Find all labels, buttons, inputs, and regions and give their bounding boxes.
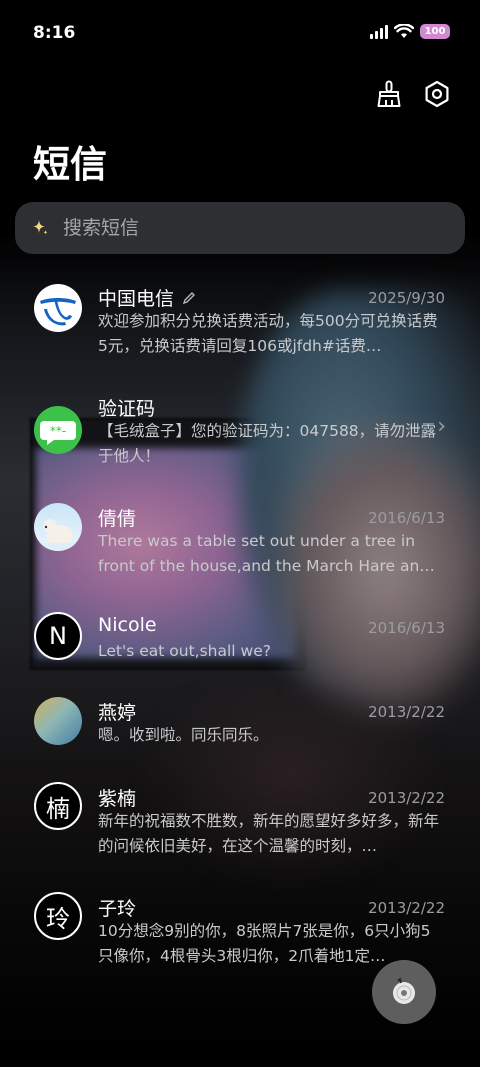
- pencil-icon: [182, 292, 196, 305]
- conversation-date: 2016/6/13: [368, 509, 445, 527]
- status-time: 8:16: [33, 23, 76, 43]
- conversation-preview: There was a table set out under a tree i…: [98, 532, 435, 575]
- china-telecom-logo: [34, 284, 82, 332]
- music-button[interactable]: [372, 960, 436, 1024]
- avatar: 楠: [34, 782, 82, 830]
- conversation-name: 中国电信: [98, 284, 196, 311]
- conversation-date: 2016/6/13: [368, 619, 445, 637]
- signal-icon: [370, 24, 388, 39]
- search-bar[interactable]: [15, 202, 465, 254]
- conversation-date: 2013/2/22: [368, 789, 445, 807]
- top-actions: [374, 78, 452, 110]
- conversation-name: 验证码: [98, 398, 156, 420]
- conversation-item[interactable]: **- 验证码 › 【毛绒盒子】您的验证码为：047588，请勿泄露于他人！: [0, 392, 480, 492]
- status-icons: 100: [370, 24, 450, 39]
- clean-button[interactable]: [374, 78, 404, 110]
- polar-bear-photo: [34, 503, 82, 551]
- page-title: 短信: [33, 143, 107, 186]
- conversation-item[interactable]: 楠 紫楠 2013/2/22 新年的祝福数不胜数，新年的愿望好多好多，新年的问候…: [0, 782, 480, 882]
- conversation-date: 2013/2/22: [368, 703, 445, 721]
- avatar: 玲: [34, 892, 82, 940]
- conversation-date: 2013/2/22: [368, 899, 445, 917]
- search-input[interactable]: [61, 216, 425, 240]
- conversation-name: 倩倩: [98, 508, 137, 530]
- conversation-preview: 新年的祝福数不胜数，新年的愿望好多好多，新年的问候依旧美好，在这个温馨的时刻，…: [98, 812, 440, 855]
- conversation-preview: 【毛绒盒子】您的验证码为：047588，请勿泄露于他人！: [98, 422, 437, 465]
- message-bubble-icon: **-: [34, 406, 82, 454]
- conversation-item[interactable]: 燕婷 2013/2/22 嗯。收到啦。同乐同乐。: [0, 696, 480, 796]
- status-bar: 8:16 100: [0, 0, 480, 68]
- conversation-name: 子玲: [98, 898, 137, 920]
- settings-icon: [425, 80, 449, 108]
- conversation-item[interactable]: 倩倩 2016/6/13 There was a table set out u…: [0, 502, 480, 602]
- sparkle-icon: [33, 220, 48, 235]
- conversation-item[interactable]: 中国电信 2025/9/30 欢迎参加积分兑换话费活动，每500分可兑换话费5元…: [0, 262, 480, 362]
- conversation-preview: 欢迎参加积分兑换话费活动，每500分可兑换话费5元，兑换话费请回复106或jfd…: [98, 312, 438, 355]
- avatar: N: [34, 612, 82, 660]
- conversation-date: 2025/9/30: [368, 289, 445, 307]
- conversation-preview: Let's eat out,shall we?: [98, 642, 271, 660]
- settings-button[interactable]: [422, 78, 452, 110]
- conversation-name: Nicole: [98, 614, 157, 636]
- conversation-name-text: 中国电信: [98, 288, 175, 310]
- conversation-preview: 嗯。收到啦。同乐同乐。: [98, 726, 269, 744]
- svg-text:**-: **-: [50, 424, 66, 438]
- broom-icon: [377, 80, 401, 107]
- conversation-name: 燕婷: [98, 702, 137, 724]
- music-disc-icon: [393, 977, 415, 1004]
- conversation-name: 紫楠: [98, 788, 137, 810]
- landscape-photo: [34, 697, 82, 745]
- wifi-icon: [394, 24, 414, 38]
- battery-icon: 100: [420, 24, 450, 39]
